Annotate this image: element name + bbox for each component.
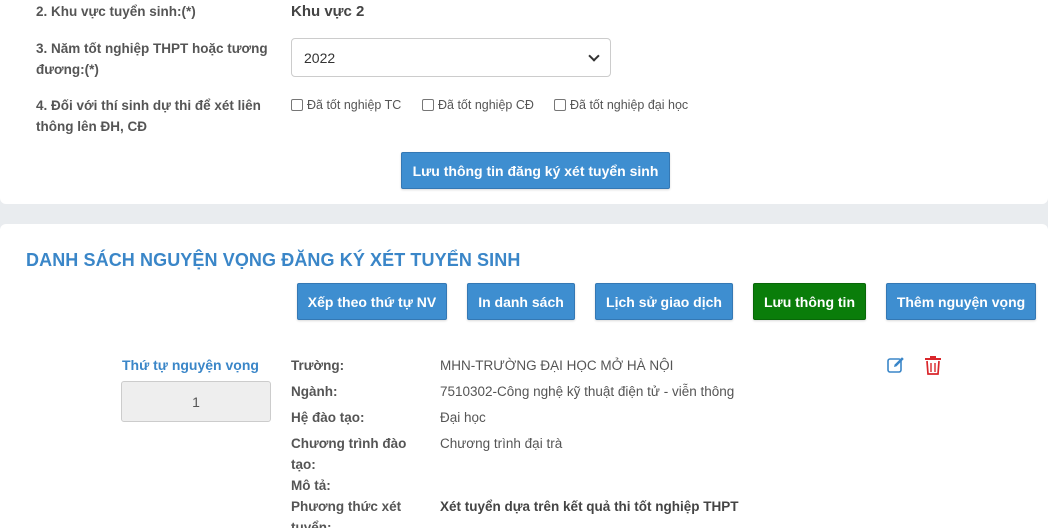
checkbox-tc-box[interactable] (291, 99, 303, 111)
order-label: Thứ tự nguyện vọng (122, 357, 259, 373)
program-value: Chương trình đại trà (440, 436, 563, 451)
grad-year-selected-value: 2022 (304, 49, 336, 66)
sort-by-order-button[interactable]: Xếp theo thứ tự NV (297, 283, 447, 320)
checkbox-university-box[interactable] (554, 99, 566, 111)
training-system-label: Hệ đào tạo: (291, 410, 365, 425)
checkbox-cd-label: Đã tốt nghiệp CĐ (438, 98, 534, 112)
checkbox-university-label: Đã tốt nghiệp đại học (570, 98, 689, 112)
major-label: Ngành: (291, 384, 338, 399)
description-label: Mô tả: (291, 478, 331, 493)
chevron-down-icon (588, 49, 600, 62)
transfer-label: 4. Đối với thí sinh dự thi để xét liên t… (36, 98, 261, 134)
grad-year-select[interactable]: 2022 (291, 38, 611, 77)
school-label: Trường: (291, 358, 345, 373)
transaction-history-button[interactable]: Lịch sử giao dịch (595, 283, 733, 320)
training-system-value: Đại học (440, 410, 486, 425)
grad-year-label: 3. Năm tốt nghiệp THPT hoặc tương đương:… (36, 41, 268, 77)
program-label: Chương trình đào tạo: (291, 436, 407, 472)
region-value: Khu vực 2 (291, 3, 365, 20)
method-label: Phương thức xét tuyển: (291, 499, 402, 528)
wishlist-title: DANH SÁCH NGUYỆN VỌNG ĐĂNG KÝ XÉT TUYỂN … (26, 250, 521, 270)
save-info-button[interactable]: Lưu thông tin (753, 283, 866, 320)
edit-icon[interactable] (886, 355, 906, 375)
checkbox-cd[interactable]: Đã tốt nghiệp CĐ (422, 98, 534, 112)
trash-icon[interactable] (924, 355, 942, 375)
checkbox-tc-label: Đã tốt nghiệp TC (307, 98, 402, 112)
checkbox-cd-box[interactable] (422, 99, 434, 111)
checkbox-university[interactable]: Đã tốt nghiệp đại học (554, 98, 688, 112)
checkbox-tc[interactable]: Đã tốt nghiệp TC (291, 98, 401, 112)
region-label: 2. Khu vực tuyển sinh:(*) (36, 4, 196, 19)
school-value: MHN-TRƯỜNG ĐẠI HỌC MỞ HÀ NỘI (440, 358, 674, 373)
method-value: Xét tuyển dựa trên kết quả thi tốt nghiệ… (440, 499, 739, 514)
add-wish-button[interactable]: Thêm nguyện vọng (886, 283, 1036, 320)
order-input[interactable]: 1 (121, 381, 271, 422)
save-registration-button[interactable]: Lưu thông tin đăng ký xét tuyển sinh (401, 152, 670, 189)
print-list-button[interactable]: In danh sách (467, 283, 575, 320)
major-value: 7510302-Công nghệ kỹ thuật điện tử - viễ… (440, 384, 735, 399)
